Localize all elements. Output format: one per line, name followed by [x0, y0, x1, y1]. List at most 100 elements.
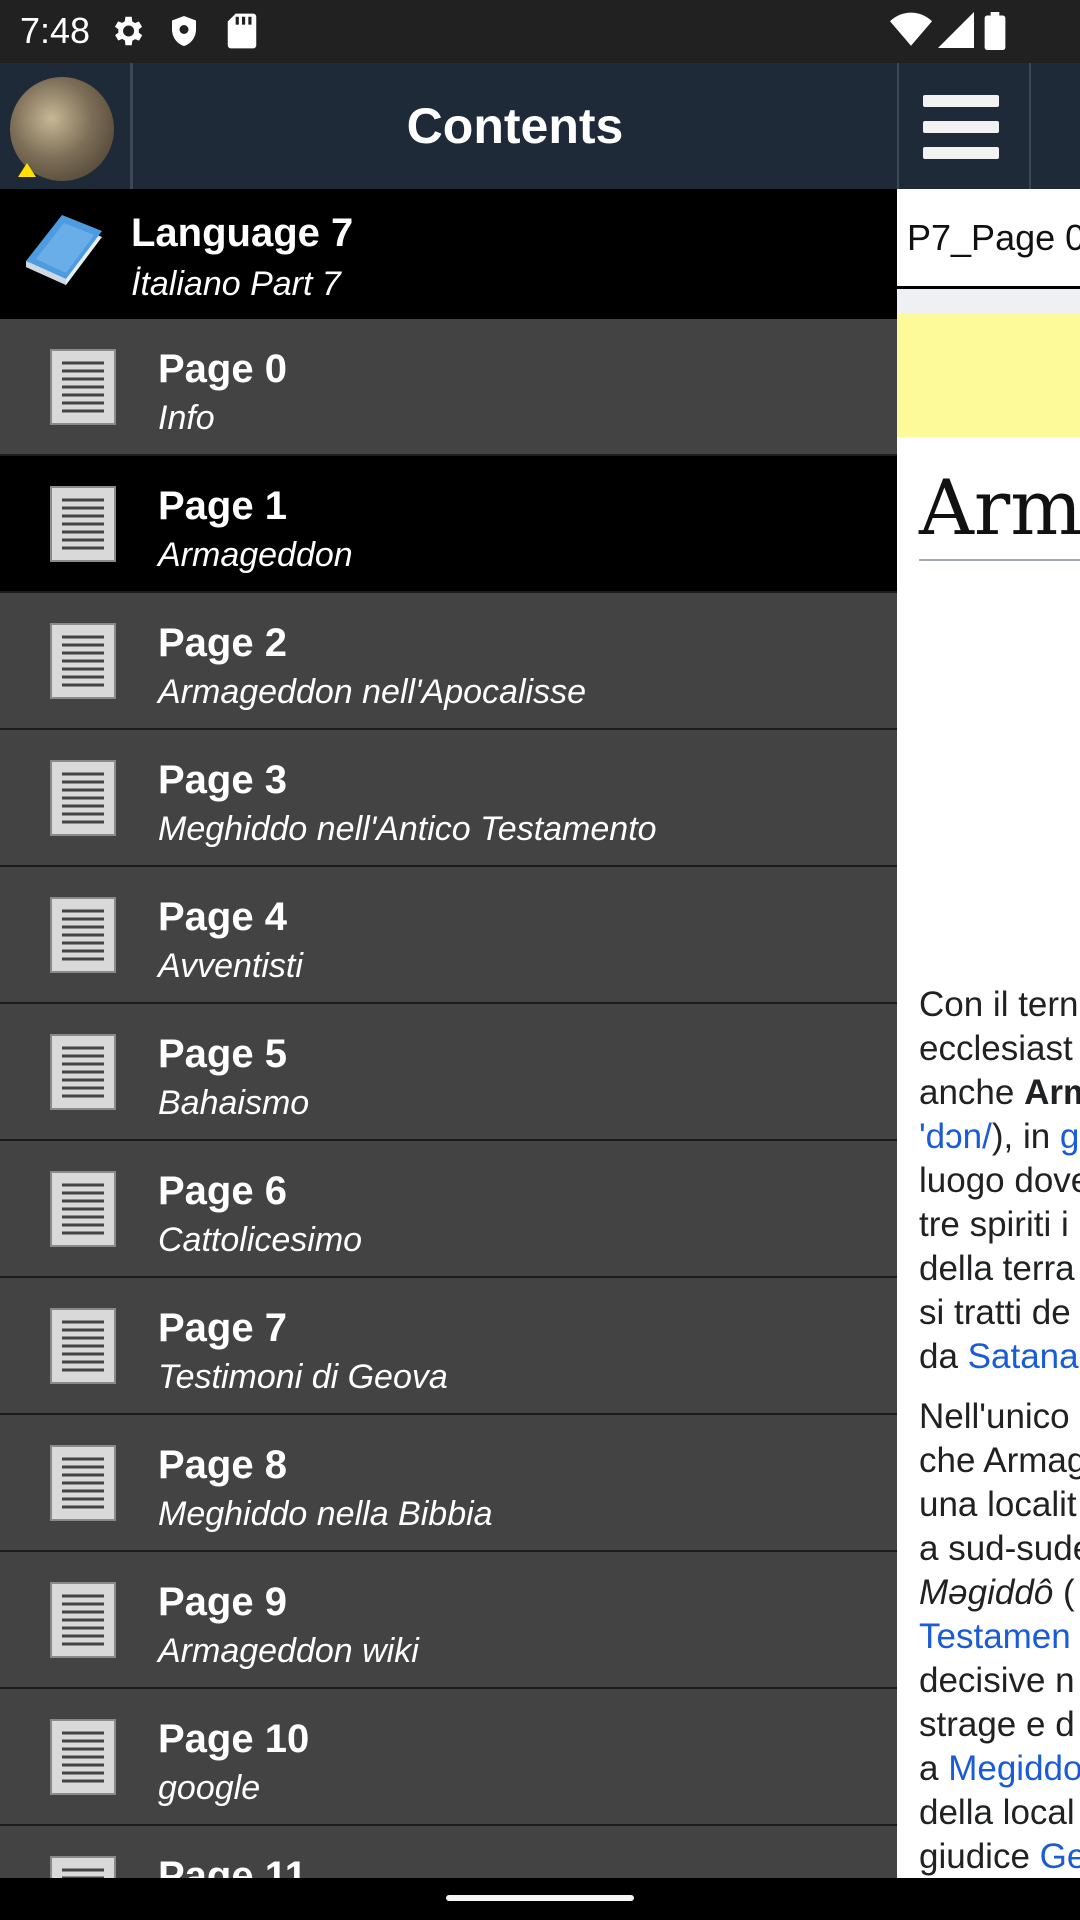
body-link[interactable]: g	[1060, 1117, 1079, 1156]
page-title: Page 5	[158, 1032, 287, 1076]
body-line: giudice Ge	[919, 1835, 1080, 1878]
menu-icon	[923, 95, 999, 107]
status-bar: 7:48	[0, 0, 1080, 63]
page-list-item[interactable]: Page 5 Bahaismo	[0, 1004, 897, 1141]
body-line: si tratti de	[919, 1293, 1071, 1332]
document-icon	[50, 1856, 116, 1878]
page-subtitle: Armageddon wiki	[158, 1632, 419, 1670]
drawer-title: Contents	[406, 98, 624, 154]
body-line: tre spiriti i	[919, 1205, 1069, 1244]
menu-icon-bar	[923, 121, 999, 133]
page-list-item[interactable]: Page 0 Info	[0, 319, 897, 456]
page-title: Page 0	[158, 347, 287, 391]
satana-link[interactable]: Satana	[968, 1337, 1079, 1376]
page-title: Page 4	[158, 895, 287, 939]
megiddo-link[interactable]: Megiddo	[948, 1749, 1080, 1788]
document-icon	[50, 897, 116, 973]
body-line: che Armag	[919, 1441, 1080, 1480]
document-icon	[50, 1308, 116, 1384]
home-gesture-handle[interactable]	[446, 1895, 634, 1901]
document-icon	[50, 486, 116, 562]
book-icon	[26, 215, 102, 285]
language-header[interactable]: Language 7 İtaliano Part 7	[0, 189, 897, 319]
body-text: anche	[919, 1073, 1025, 1112]
article-toolbar	[897, 63, 1080, 189]
tab-label: P7_Page 0	[907, 217, 1080, 258]
menu-button[interactable]	[897, 63, 1031, 189]
document-icon	[50, 1034, 116, 1110]
body-bold-term: Arm	[1024, 1073, 1080, 1112]
body-text: ), in	[991, 1117, 1060, 1156]
page-title: Page 10	[158, 1717, 310, 1761]
page-title: Page 3	[158, 758, 287, 802]
document-icon	[50, 1719, 116, 1795]
body-text: a	[919, 1749, 949, 1788]
system-nav-bar	[0, 1878, 1080, 1920]
document-icon	[50, 349, 116, 425]
page-list-item[interactable]: Page 2 Armageddon nell'Apocalisse	[0, 593, 897, 730]
page-list-item[interactable]: Page 11	[0, 1826, 897, 1878]
body-line: da Satana	[919, 1335, 1080, 1379]
document-icon	[50, 1171, 116, 1247]
page-list-item[interactable]: Page 6 Cattolicesimo	[0, 1141, 897, 1278]
page-list-item[interactable]: Page 9 Armageddon wiki	[0, 1552, 897, 1689]
article-heading: Arm	[919, 463, 1080, 552]
page-subtitle: Testimoni di Geova	[158, 1358, 448, 1396]
app-logo[interactable]	[0, 63, 133, 189]
page-title: Page 1	[158, 484, 287, 528]
article-body: Con il tern ecclesiast anche Arm 'dɔn/),…	[919, 983, 1080, 1878]
page-subtitle: Armageddon nell'Apocalisse	[158, 673, 586, 711]
navigation-drawer: Contents Language 7 İtaliano Part 7 Page…	[0, 63, 897, 1878]
page-title: Page 8	[158, 1443, 287, 1487]
article-divider	[897, 289, 1080, 313]
page-title: Page 9	[158, 1580, 287, 1624]
body-line: 'dɔn/), in g	[919, 1115, 1080, 1159]
logo-corner-marker	[18, 163, 36, 177]
tab-article[interactable]: P7_Page 0	[897, 189, 1080, 289]
body-text: da	[919, 1337, 968, 1376]
language-title: Language 7	[131, 211, 354, 255]
body-line: ecclesiast	[919, 1029, 1073, 1068]
heading-rule	[919, 559, 1080, 561]
page-subtitle: google	[158, 1769, 261, 1807]
battery-icon	[984, 12, 1006, 50]
language-subtitle: İtaliano Part 7	[131, 265, 341, 303]
page-subtitle: Meghiddo nell'Antico Testamento	[158, 810, 657, 848]
testamento-link[interactable]: Testamen	[919, 1615, 1080, 1659]
page-list-item[interactable]: Page 3 Meghiddo nell'Antico Testamento	[0, 730, 897, 867]
document-icon	[50, 1445, 116, 1521]
body-link[interactable]: Ge	[1040, 1837, 1080, 1876]
page-list-item-selected[interactable]: Page 1 Armageddon	[0, 456, 897, 593]
body-line: a sud-sude	[919, 1529, 1080, 1568]
settings-gear-icon	[114, 16, 143, 46]
page-title: Page 7	[158, 1306, 287, 1350]
body-text: (	[1053, 1573, 1075, 1612]
menu-icon-bar	[923, 147, 999, 159]
page-list-item[interactable]: Page 10 google	[0, 1689, 897, 1826]
page-subtitle: Bahaismo	[158, 1084, 310, 1122]
page-subtitle: Avventisti	[158, 947, 303, 985]
sd-card-icon	[227, 13, 257, 49]
cellular-signal-icon	[938, 12, 974, 48]
page-subtitle: Cattolicesimo	[158, 1221, 363, 1259]
body-line: della local	[919, 1793, 1075, 1832]
body-line: luogo dove	[919, 1161, 1080, 1200]
body-line: Nell'unico	[919, 1397, 1070, 1436]
body-line: Məgiddô (	[919, 1571, 1080, 1615]
body-italic-term: Məgiddô	[919, 1573, 1054, 1612]
page-list-item[interactable]: Page 8 Meghiddo nella Bibbia	[0, 1415, 897, 1552]
page-subtitle: Armageddon	[158, 536, 353, 574]
body-text: giudice	[919, 1837, 1040, 1876]
page-list: Page 0 Info Page 1 Armageddon Page 2 Arm…	[0, 319, 897, 1878]
shield-icon	[172, 16, 196, 46]
body-line: della terra	[919, 1249, 1075, 1288]
document-icon	[50, 623, 116, 699]
status-time: 7:48	[20, 10, 91, 51]
pronunciation-link[interactable]: 'dɔn/	[919, 1117, 992, 1156]
page-subtitle: Meghiddo nella Bibbia	[158, 1495, 493, 1533]
page-list-item[interactable]: Page 4 Avventisti	[0, 867, 897, 1004]
document-icon	[50, 1582, 116, 1658]
page-list-item[interactable]: Page 7 Testimoni di Geova	[0, 1278, 897, 1415]
page-title: Page 2	[158, 621, 287, 665]
